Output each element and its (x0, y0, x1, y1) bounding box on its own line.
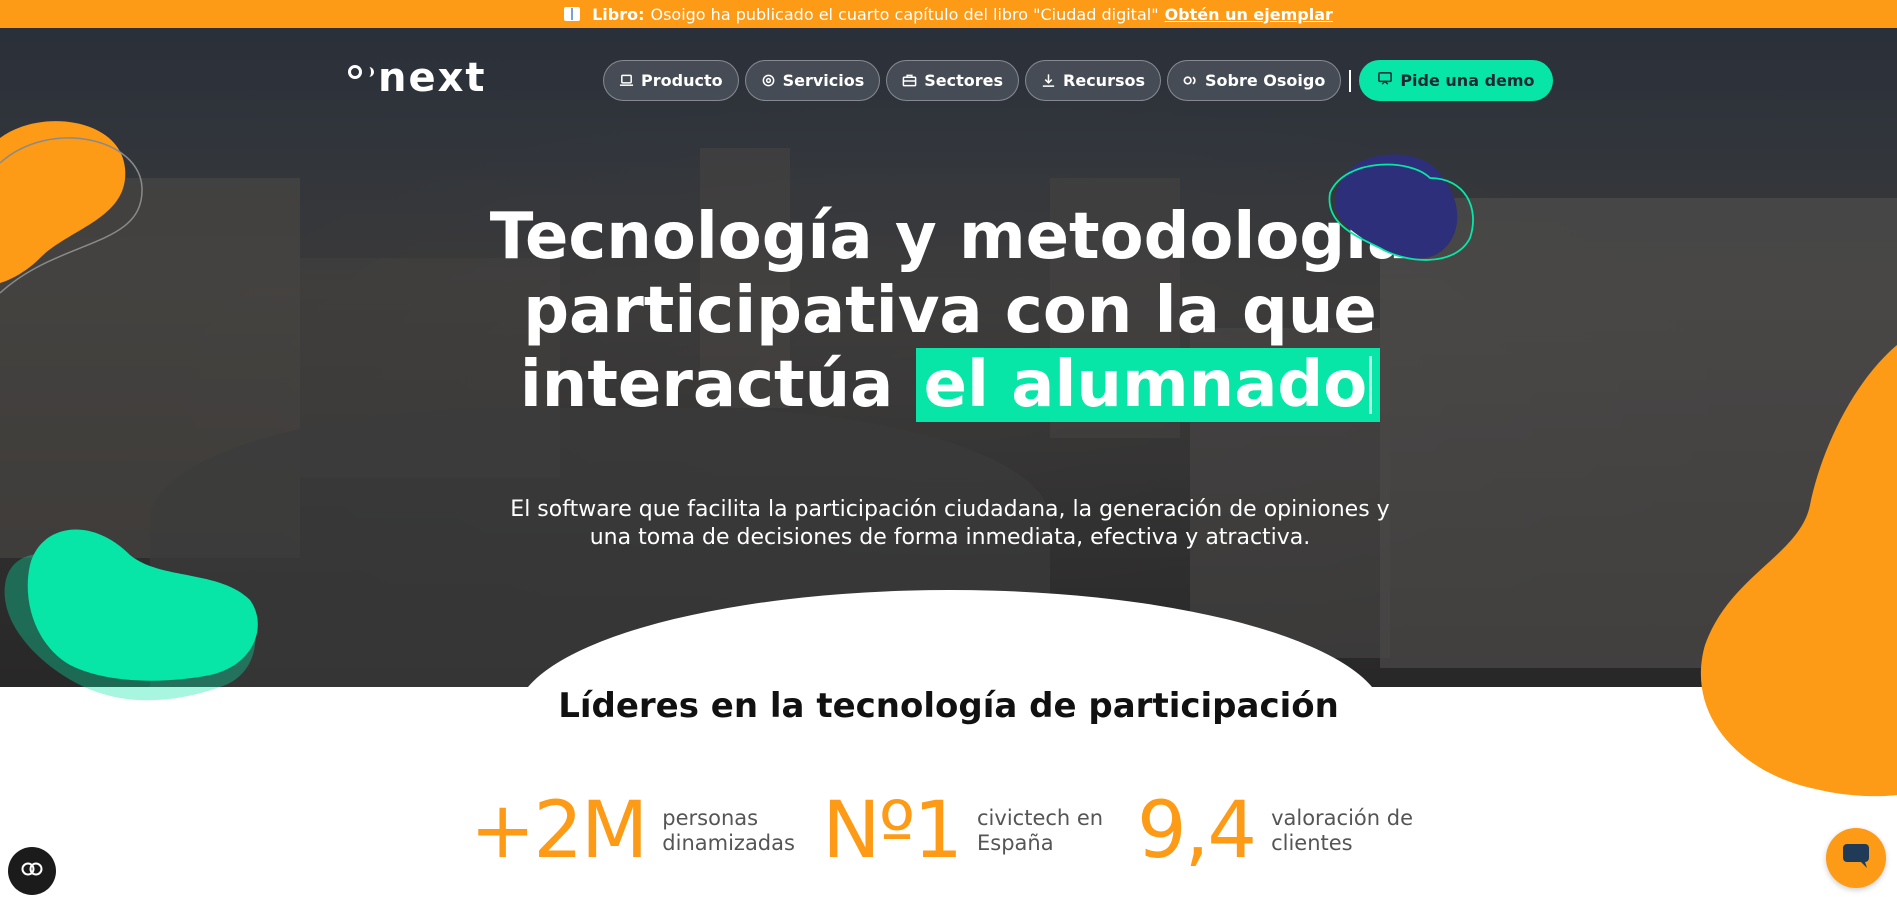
stat-label: personas dinamizadas (662, 806, 812, 856)
stat-value: 9,4 (1137, 786, 1257, 876)
subtitle-line-2: una toma de decisiones de forma inmediat… (589, 525, 1311, 550)
download-icon (1041, 73, 1056, 88)
nav-label: Sectores (924, 71, 1004, 90)
green-blob-bottom-left (4, 529, 258, 701)
logo-ring-icon (348, 65, 362, 79)
stat-item: Nº1 civictech en España (822, 792, 1127, 870)
stat-label-line: dinamizadas (662, 831, 795, 855)
typing-caret (1369, 356, 1373, 414)
orange-blob-top-left (0, 121, 143, 294)
nav-item-recursos[interactable]: Recursos (1025, 60, 1161, 101)
logo-text: next (378, 55, 487, 101)
nav-label: Servicios (782, 71, 865, 90)
presentation-icon (1377, 71, 1393, 90)
site-logo[interactable]: next (348, 58, 487, 98)
orange-blob-right (1700, 345, 1897, 797)
headline-line-3-text: interactúa (519, 348, 894, 422)
book-icon (564, 7, 581, 21)
announcement-text: Osoigo ha publicado el cuarto capítulo d… (650, 4, 1159, 24)
stat-value: Nº1 (822, 786, 963, 876)
announcement-bar: Libro: Osoigo ha publicado el cuarto cap… (0, 0, 1897, 28)
stat-value: +2M (470, 786, 648, 876)
subtitle-line-1: El software que facilita la participació… (510, 497, 1390, 522)
logo-arc-icon (366, 67, 374, 77)
laptop-icon (619, 73, 634, 88)
stat-label: civictech en España (977, 806, 1127, 856)
chat-icon (1841, 842, 1871, 874)
stat-label-line: personas (662, 806, 759, 830)
nav-label: Producto (641, 71, 723, 90)
cookie-settings-button[interactable] (8, 847, 56, 895)
navy-blob-top-right (1328, 154, 1474, 261)
stats-row: +2M personas dinamizadas Nº1 civictech e… (470, 792, 1421, 870)
nav-item-producto[interactable]: Producto (603, 60, 739, 101)
nav-divider (1349, 69, 1352, 92)
nav-label: Recursos (1063, 71, 1145, 90)
headline-highlight: el alumnado (915, 348, 1381, 422)
stat-item: 9,4 valoración de clientes (1137, 792, 1421, 870)
osoigo-logo-icon (1183, 73, 1198, 88)
briefcase-icon (902, 73, 917, 88)
stat-label-line: clientes (1271, 831, 1353, 855)
stat-label-line: civictech en (977, 806, 1104, 830)
headline-line-1: Tecnología y metodología (489, 200, 1411, 274)
announcement-prefix: Libro: (592, 4, 645, 24)
hero-headline: Tecnología y metodología participativa c… (440, 200, 1460, 422)
stat-label-line: valoración de (1271, 806, 1414, 830)
headline-line-3: interactúa el alumnado (440, 348, 1460, 422)
nav-label: Sobre Osoigo (1205, 71, 1326, 90)
headline-highlight-text: el alumnado (923, 348, 1368, 422)
main-nav: Producto Servicios Sectores Recursos Sob… (603, 60, 1553, 101)
demo-label: Pide una demo (1400, 71, 1535, 90)
stat-item: +2M personas dinamizadas (470, 792, 812, 870)
nav-item-sectores[interactable]: Sectores (886, 60, 1020, 101)
announcement-link[interactable]: Obtén un ejemplar (1165, 5, 1333, 24)
stat-label: valoración de clientes (1271, 806, 1421, 856)
chat-button[interactable] (1826, 828, 1886, 888)
nav-item-servicios[interactable]: Servicios (744, 60, 881, 101)
section-title: Líderes en la tecnología de participació… (558, 686, 1339, 726)
headline-line-2: participativa con la que (523, 274, 1377, 348)
nav-item-sobre-osoigo[interactable]: Sobre Osoigo (1167, 60, 1342, 101)
demo-button[interactable]: Pide una demo (1359, 60, 1553, 101)
stat-label-line: España (977, 831, 1054, 855)
hero-subtitle: El software que facilita la participació… (480, 496, 1420, 552)
cookie-settings-icon (20, 861, 44, 881)
gear-icon (761, 73, 776, 88)
